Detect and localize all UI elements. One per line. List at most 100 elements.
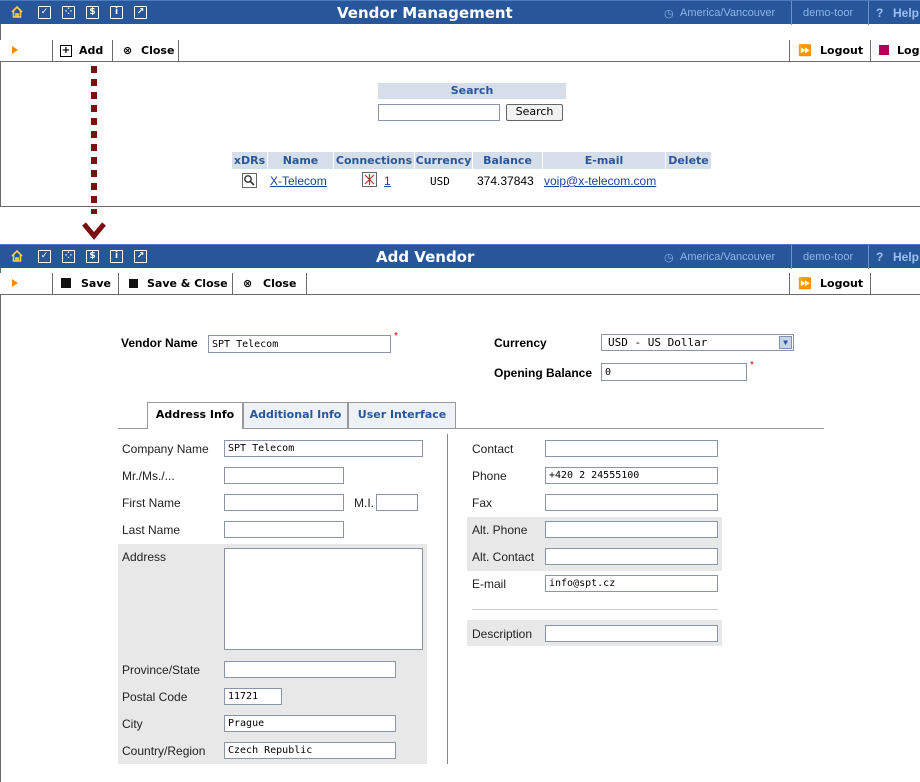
- timezone[interactable]: America/Vancouver: [680, 7, 775, 19]
- balance-cell: 374.37843: [477, 174, 534, 188]
- vendor-name-input[interactable]: [208, 335, 391, 353]
- alt-phone-input[interactable]: [545, 521, 718, 538]
- save-button[interactable]: Save: [53, 273, 119, 294]
- close-button[interactable]: ⊗ Close: [113, 40, 179, 61]
- province-label: Province/State: [122, 663, 201, 677]
- log-icon: [879, 45, 889, 55]
- check-icon[interactable]: ✓: [38, 6, 51, 19]
- logout-icon: ⏩: [798, 44, 812, 57]
- country-label: Country/Region: [122, 744, 206, 758]
- dollar-icon[interactable]: $: [86, 250, 99, 263]
- last-name-label: Last Name: [122, 523, 181, 537]
- stats-icon[interactable]: ↗: [134, 6, 147, 19]
- alt-phone-label: Alt. Phone: [472, 523, 528, 537]
- postal-code-input[interactable]: [224, 688, 282, 705]
- tab-user-interface[interactable]: User Interface: [348, 402, 456, 428]
- page-title: Vendor Management: [337, 4, 513, 22]
- stats-icon[interactable]: ↗: [134, 250, 147, 263]
- col-name: Name: [268, 152, 333, 169]
- first-name-input[interactable]: [224, 494, 344, 511]
- mi-input[interactable]: [376, 494, 418, 511]
- save-close-button[interactable]: Save & Close: [119, 273, 233, 294]
- tab-address-info[interactable]: Address Info: [147, 402, 243, 429]
- close-button[interactable]: ⊗ Close: [233, 273, 307, 294]
- search-input[interactable]: [378, 104, 500, 121]
- description-input[interactable]: [545, 625, 718, 642]
- connections-link[interactable]: 1: [384, 174, 391, 188]
- email-label: E-mail: [472, 577, 507, 591]
- page-title: Add Vendor: [376, 248, 475, 266]
- user-name[interactable]: demo-toor: [803, 251, 853, 263]
- contact-input[interactable]: [545, 440, 718, 457]
- search-button[interactable]: Search: [506, 104, 563, 121]
- description-label: Description: [472, 627, 533, 641]
- info-icon[interactable]: i: [110, 250, 123, 263]
- country-input[interactable]: [224, 742, 396, 759]
- clock-icon: ◷: [664, 8, 674, 20]
- last-name-input[interactable]: [224, 521, 344, 538]
- currency-cell: USD: [430, 175, 450, 188]
- email-input[interactable]: [545, 575, 718, 592]
- email-link[interactable]: voip@x-telecom.com: [544, 174, 656, 188]
- home-icon[interactable]: [10, 5, 24, 19]
- top-titlebar: ✓ ⁘ $ i ↗ Vendor Management ◷ America/Va…: [0, 0, 920, 25]
- phone-label: Phone: [472, 469, 507, 483]
- rates-icon[interactable]: ⁘: [62, 250, 75, 263]
- column-divider: [447, 434, 448, 764]
- chevron-down-icon[interactable]: ▼: [779, 336, 792, 349]
- flow-connector-arrow: [82, 66, 106, 240]
- address-textarea[interactable]: [224, 548, 423, 650]
- salutation-label: Mr./Ms./...: [122, 469, 175, 483]
- section-divider: [472, 609, 718, 610]
- tab-additional-info[interactable]: Additional Info: [243, 402, 348, 428]
- close-icon: ⊗: [123, 44, 133, 57]
- alt-contact-input[interactable]: [545, 548, 718, 565]
- log-button[interactable]: Log: [871, 40, 920, 61]
- vendor-link[interactable]: X-Telecom: [270, 174, 327, 188]
- help-link[interactable]: Help: [893, 250, 919, 264]
- help-icon[interactable]: ?: [876, 250, 883, 264]
- company-name-input[interactable]: [224, 440, 423, 457]
- logout-icon: ⏩: [798, 277, 812, 290]
- city-input[interactable]: [224, 715, 396, 732]
- fax-input[interactable]: [545, 494, 718, 511]
- help-link[interactable]: Help: [893, 6, 919, 20]
- salutation-input[interactable]: [224, 467, 344, 484]
- add-icon: +: [60, 45, 72, 57]
- add-button[interactable]: + Add: [53, 40, 113, 61]
- col-xdrs: xDRs: [232, 152, 267, 169]
- logout-button[interactable]: ⏩ Logout: [789, 40, 871, 61]
- phone-input[interactable]: [545, 467, 718, 484]
- opening-balance-label: Opening Balance: [494, 366, 593, 380]
- first-name-label: First Name: [122, 496, 181, 510]
- rates-icon[interactable]: ⁘: [62, 6, 75, 19]
- bottom-titlebar: ✓ ⁘ $ i ↗ Add Vendor ◷ America/Vancouver…: [0, 244, 920, 269]
- user-name[interactable]: demo-toor: [803, 7, 853, 19]
- city-label: City: [122, 717, 143, 731]
- currency-select[interactable]: USD - US Dollar ▼: [601, 334, 794, 351]
- timezone[interactable]: America/Vancouver: [680, 251, 775, 263]
- fax-label: Fax: [472, 496, 493, 510]
- opening-balance-input[interactable]: [601, 363, 747, 381]
- home-icon[interactable]: [10, 249, 24, 263]
- save-icon: [61, 278, 71, 288]
- connections-icon[interactable]: [362, 172, 377, 187]
- mi-label: M.I.: [354, 496, 374, 510]
- province-input[interactable]: [224, 661, 396, 678]
- col-delete: Delete: [666, 152, 711, 169]
- search-label: Search: [378, 83, 566, 99]
- check-icon[interactable]: ✓: [38, 250, 51, 263]
- required-marker: *: [394, 331, 398, 342]
- logout-button[interactable]: ⏩ Logout: [789, 273, 871, 294]
- top-toolbar: + Add ⊗ Close ⏩ Logout Log: [0, 40, 920, 62]
- help-icon[interactable]: ?: [876, 6, 883, 20]
- clock-icon: ◷: [664, 252, 674, 264]
- magnifier-icon[interactable]: [242, 173, 257, 188]
- table-row: X-Telecom 1 USD 374.37843 voip@x-telecom…: [232, 172, 712, 192]
- vendor-name-label: Vendor Name: [121, 336, 198, 350]
- address-label: Address: [122, 550, 167, 564]
- info-icon[interactable]: i: [110, 6, 123, 19]
- col-balance: Balance: [473, 152, 542, 169]
- col-currency: Currency: [415, 152, 472, 169]
- dollar-icon[interactable]: $: [86, 6, 99, 19]
